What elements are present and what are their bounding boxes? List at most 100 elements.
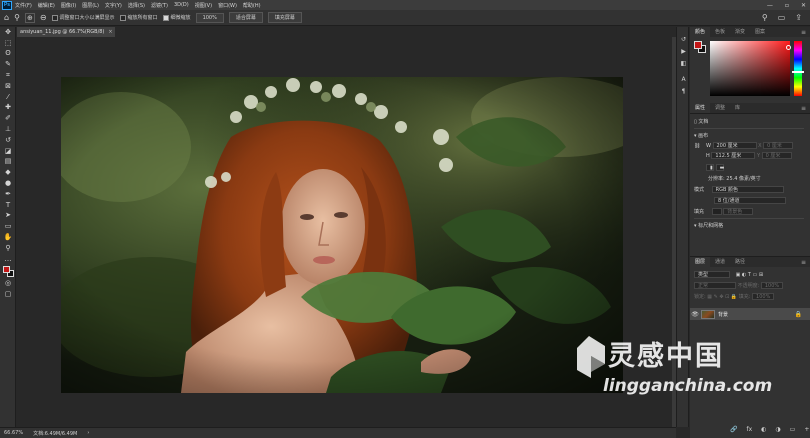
tab-libraries[interactable]: 库 bbox=[730, 103, 745, 113]
fill-screen-button[interactable]: 填充屏幕 bbox=[267, 12, 302, 23]
clone-stamp-tool-icon[interactable]: ⊥ bbox=[0, 124, 16, 135]
swatch-panel-icon[interactable]: ◧ bbox=[677, 57, 690, 69]
close-button[interactable]: ✕ bbox=[801, 2, 806, 9]
canvas-section-header[interactable]: ▾ 画布 bbox=[694, 132, 708, 139]
new-layer-icon[interactable]: + bbox=[804, 426, 809, 433]
mode-select[interactable]: RGB 颜色 bbox=[711, 186, 784, 193]
menu-window[interactable]: 窗口(W) bbox=[218, 2, 237, 9]
workspace-icon[interactable]: ▭ bbox=[778, 13, 786, 22]
share-icon[interactable]: ⇪ bbox=[795, 13, 802, 22]
landscape-orientation-icon[interactable]: ▬ bbox=[715, 164, 724, 171]
screen-mode-icon[interactable]: ▢ bbox=[0, 289, 16, 300]
healing-brush-tool-icon[interactable]: ✚ bbox=[0, 103, 16, 114]
frame-tool-icon[interactable]: ⊠ bbox=[0, 81, 16, 92]
path-select-tool-icon[interactable]: ➤ bbox=[0, 211, 16, 222]
tab-swatches[interactable]: 色板 bbox=[710, 27, 730, 37]
y-input[interactable]: 0 厘米 bbox=[761, 152, 792, 159]
panel-foreground-color[interactable] bbox=[694, 41, 702, 49]
menu-select[interactable]: 选择(S) bbox=[128, 2, 145, 9]
menu-filter[interactable]: 滤镜(T) bbox=[151, 2, 168, 9]
minimize-button[interactable]: — bbox=[767, 2, 773, 9]
fit-screen-button[interactable]: 适合屏幕 bbox=[228, 12, 263, 23]
width-input[interactable]: 200 厘米 bbox=[712, 142, 757, 149]
lasso-tool-icon[interactable]: ʘ bbox=[0, 49, 16, 60]
tab-channels[interactable]: 通道 bbox=[710, 257, 730, 267]
saturation-brightness-field[interactable] bbox=[710, 41, 791, 96]
eraser-tool-icon[interactable]: ◪ bbox=[0, 146, 16, 157]
marquee-tool-icon[interactable]: ⬚ bbox=[0, 38, 16, 49]
kind-filter-select[interactable]: 类型 bbox=[694, 271, 730, 278]
link-layers-icon[interactable]: 🔗 bbox=[730, 426, 737, 433]
status-menu-icon[interactable]: › bbox=[87, 430, 89, 436]
add-mask-icon[interactable]: ◐ bbox=[761, 426, 766, 433]
new-group-icon[interactable]: ▭ bbox=[790, 426, 796, 433]
link-icon[interactable]: ⛓ bbox=[694, 143, 700, 149]
layer-row-background[interactable]: 👁 背景 🔒 bbox=[690, 308, 810, 320]
dodge-tool-icon[interactable]: ● bbox=[0, 178, 16, 189]
brush-tool-icon[interactable]: ✐ bbox=[0, 113, 16, 124]
rectangle-tool-icon[interactable]: ▭ bbox=[0, 221, 16, 232]
zoom-100-button[interactable]: 100% bbox=[195, 12, 224, 23]
document-canvas-image[interactable] bbox=[61, 77, 623, 393]
color-swatches[interactable] bbox=[0, 265, 16, 279]
tab-color[interactable]: 颜色 bbox=[690, 27, 711, 37]
zoom-readout[interactable]: 66.67% bbox=[4, 430, 23, 436]
fill-opacity-input[interactable]: 100% bbox=[752, 293, 775, 300]
rulers-section-header[interactable]: ▾ 标尺和网格 bbox=[694, 222, 723, 229]
x-input[interactable]: 0 厘米 bbox=[763, 142, 794, 149]
blend-mode-select[interactable]: 正常 bbox=[694, 282, 736, 289]
crop-tool-icon[interactable]: ⌗ bbox=[0, 70, 16, 81]
menu-image[interactable]: 图像(I) bbox=[61, 2, 76, 9]
resize-windows-checkbox[interactable]: 调整窗口大小以满屏显示 bbox=[51, 14, 115, 21]
more-tools-icon[interactable]: … bbox=[0, 254, 16, 265]
portrait-orientation-icon[interactable]: ▮ bbox=[706, 164, 714, 171]
foreground-color-swatch[interactable] bbox=[3, 265, 10, 273]
pen-tool-icon[interactable]: ✒ bbox=[0, 189, 16, 200]
quick-mask-icon[interactable]: ◎ bbox=[0, 279, 16, 290]
document-tab[interactable]: ansiyuan_11.jpg @ 66.7%(RGB/8) × bbox=[17, 27, 115, 37]
tab-layers[interactable]: 图层 bbox=[690, 257, 711, 267]
tab-patterns[interactable]: 图案 bbox=[750, 27, 770, 37]
hue-slider-handle[interactable] bbox=[792, 71, 804, 73]
zoom-in-icon[interactable]: ⊕ bbox=[24, 12, 35, 23]
lock-icons[interactable]: ▦ ✎ ✥ ⊡ 🔒 bbox=[707, 294, 737, 300]
zoom-tool-icon[interactable]: ⚲ bbox=[0, 243, 16, 254]
tab-adjustments[interactable]: 调整 bbox=[710, 103, 730, 113]
menu-file[interactable]: 文件(F) bbox=[15, 2, 32, 9]
scrubby-zoom-checkbox[interactable]: 细微缩放 bbox=[162, 14, 191, 21]
zoom-all-windows-checkbox[interactable]: 缩放所有窗口 bbox=[119, 14, 158, 21]
blur-tool-icon[interactable]: ◆ bbox=[0, 167, 16, 178]
tab-paths[interactable]: 路径 bbox=[730, 257, 750, 267]
gradient-tool-icon[interactable]: ▤ bbox=[0, 157, 16, 168]
menu-help[interactable]: 帮助(H) bbox=[243, 2, 261, 9]
panel-menu-icon[interactable]: ≡ bbox=[801, 259, 806, 266]
panel-menu-icon[interactable]: ≡ bbox=[801, 29, 806, 36]
paragraph-panel-icon[interactable]: ¶ bbox=[677, 85, 690, 97]
fill-select[interactable]: 背景色 bbox=[723, 208, 754, 215]
menu-view[interactable]: 视图(V) bbox=[195, 2, 212, 9]
brush-panel-icon[interactable]: ▶ bbox=[677, 45, 690, 57]
menu-edit[interactable]: 编辑(E) bbox=[38, 2, 55, 9]
layer-style-icon[interactable]: fx bbox=[746, 426, 752, 433]
adjustment-layer-icon[interactable]: ◑ bbox=[775, 426, 780, 433]
quick-select-tool-icon[interactable]: ✎ bbox=[0, 59, 16, 70]
search-icon[interactable]: ⚲ bbox=[762, 13, 768, 22]
zoom-out-icon[interactable]: ⊖ bbox=[40, 13, 47, 22]
tab-gradients[interactable]: 渐变 bbox=[730, 27, 750, 37]
opacity-input[interactable]: 100% bbox=[760, 282, 783, 289]
tab-properties[interactable]: 属性 bbox=[690, 103, 711, 113]
maximize-button[interactable]: ▫ bbox=[785, 2, 789, 9]
bit-depth-select[interactable]: 8 位/通道 bbox=[714, 197, 786, 204]
type-tool-icon[interactable]: T bbox=[0, 200, 16, 211]
height-input[interactable]: 112.5 厘米 bbox=[711, 152, 756, 159]
zoom-tool-icon[interactable]: ⚲ bbox=[14, 13, 20, 22]
hue-slider[interactable] bbox=[794, 41, 802, 96]
eyedropper-tool-icon[interactable]: ⁄ bbox=[0, 92, 16, 103]
character-panel-icon[interactable]: A bbox=[677, 73, 690, 85]
close-document-icon[interactable]: × bbox=[108, 29, 112, 35]
filter-icons[interactable]: ▣ ◐ T ▭ ⊞ bbox=[736, 272, 763, 278]
menu-type[interactable]: 文字(Y) bbox=[105, 2, 122, 9]
visibility-eye-icon[interactable]: 👁 bbox=[690, 311, 700, 318]
history-brush-tool-icon[interactable]: ↺ bbox=[0, 135, 16, 146]
history-panel-icon[interactable]: ↺ bbox=[677, 33, 690, 45]
